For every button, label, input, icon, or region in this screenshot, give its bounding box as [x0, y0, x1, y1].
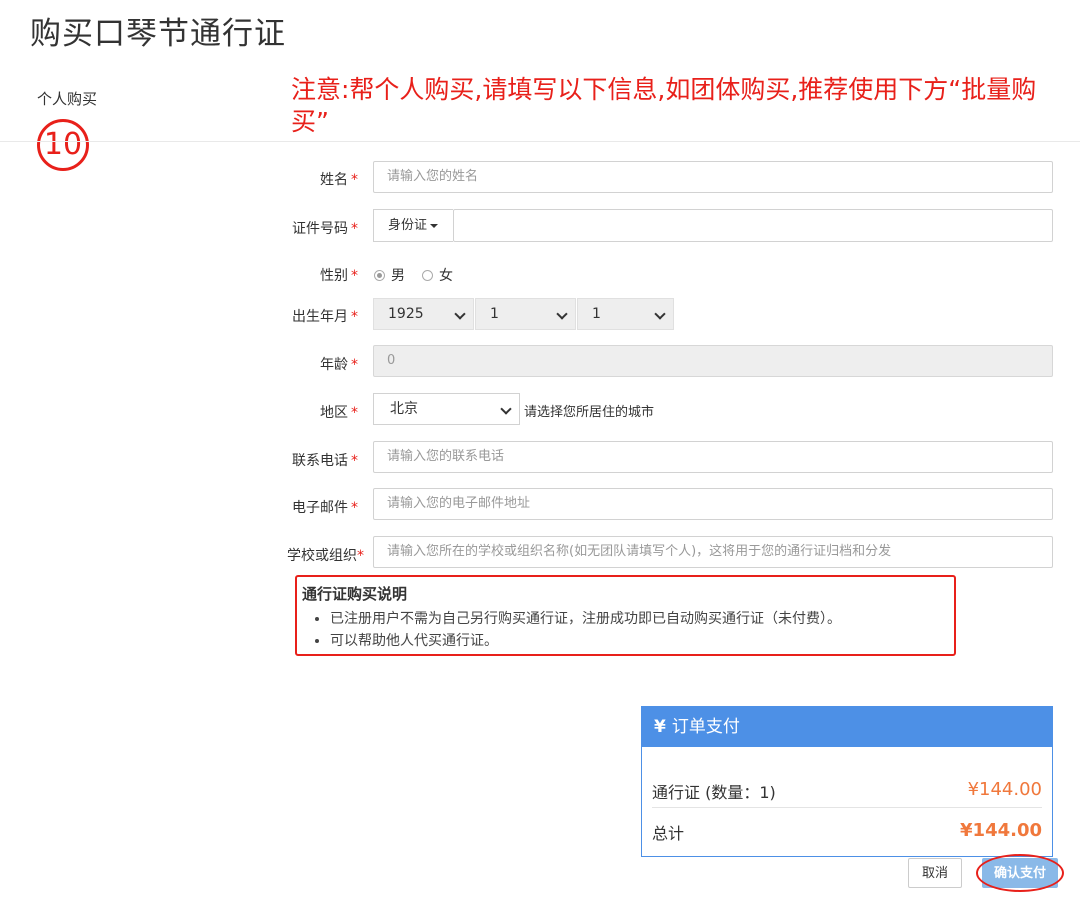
radio-unselected-icon: [422, 270, 433, 281]
order-item-label: 通行证 (数量：1): [652, 783, 776, 802]
section-divider: [0, 141, 1080, 142]
cancel-button[interactable]: 取消: [908, 858, 962, 888]
section-label: 个人购买: [37, 90, 98, 108]
chevron-down-icon: [654, 308, 666, 320]
school-input[interactable]: 请输入您所在的学校或组织名称(如无团队请填写个人)，这将用于您的通行证归档和分发: [373, 536, 1053, 568]
order-payment-panel: ¥ 订单支付 通行证 (数量：1) ¥144.00 总计 ¥144.00: [641, 706, 1053, 857]
region-label: 地区 *: [320, 405, 358, 421]
birth-day-select[interactable]: 1: [577, 298, 674, 330]
birth-year-select[interactable]: 1925: [373, 298, 474, 330]
chevron-down-icon: [556, 308, 568, 320]
chevron-down-icon: [500, 403, 512, 415]
confirm-payment-button[interactable]: 确认支付: [982, 858, 1058, 888]
chevron-down-icon: [454, 308, 466, 320]
order-total-row: 总计 ¥144.00: [652, 820, 1042, 844]
email-label: 电子邮件 *: [292, 500, 358, 516]
id-number-input[interactable]: [453, 209, 1053, 242]
list-item: 已注册用户不需为自己另行购买通行证，注册成功即已自动购买通行证（未付费）。: [330, 608, 954, 630]
order-row-divider: [652, 807, 1042, 808]
pass-info-list: 已注册用户不需为自己另行购买通行证，注册成功即已自动购买通行证（未付费）。 可以…: [302, 608, 954, 652]
step-marker-annotation: 10: [37, 119, 89, 171]
yen-icon: ¥: [654, 717, 666, 737]
birth-label: 出生年月 *: [292, 309, 358, 325]
age-label: 年龄 *: [320, 357, 358, 373]
order-item-amount: ¥144.00: [967, 779, 1042, 800]
gender-male-radio[interactable]: 男: [374, 265, 405, 285]
radio-selected-icon: [374, 270, 385, 281]
name-label: 姓名 *: [320, 172, 358, 188]
order-header: ¥ 订单支付: [642, 707, 1052, 747]
order-total-label: 总计: [652, 824, 685, 843]
order-item-row: 通行证 (数量：1) ¥144.00: [652, 779, 1042, 803]
purchase-notice: 注意:帮个人购买,请填写以下信息,如团体购买,推荐使用下方“批量购买”: [291, 75, 1037, 136]
email-input[interactable]: 请输入您的电子邮件地址: [373, 488, 1053, 520]
name-input[interactable]: 请输入您的姓名: [373, 161, 1053, 193]
gender-female-radio[interactable]: 女: [422, 265, 453, 285]
gender-label: 性别 *: [320, 268, 358, 284]
phone-input[interactable]: 请输入您的联系电话: [373, 441, 1053, 473]
id-type-dropdown[interactable]: 身份证: [373, 209, 453, 242]
region-select[interactable]: 北京: [373, 393, 520, 425]
school-label: 学校或组织*: [287, 548, 364, 564]
caret-down-icon: [430, 223, 439, 228]
age-field: 0: [373, 345, 1053, 377]
birth-month-select[interactable]: 1: [475, 298, 576, 330]
region-hint: 请选择您所居住的城市: [524, 405, 655, 420]
phone-label: 联系电话 *: [292, 453, 358, 469]
pass-info-title: 通行证购买说明: [302, 585, 408, 603]
page-title: 购买口琴节通行证: [30, 16, 286, 52]
list-item: 可以帮助他人代买通行证。: [330, 630, 954, 652]
order-total-amount: ¥144.00: [960, 820, 1042, 841]
pass-purchase-info: 通行证购买说明 已注册用户不需为自己另行购买通行证，注册成功即已自动购买通行证（…: [295, 575, 956, 656]
id-number-label: 证件号码 *: [292, 221, 358, 237]
